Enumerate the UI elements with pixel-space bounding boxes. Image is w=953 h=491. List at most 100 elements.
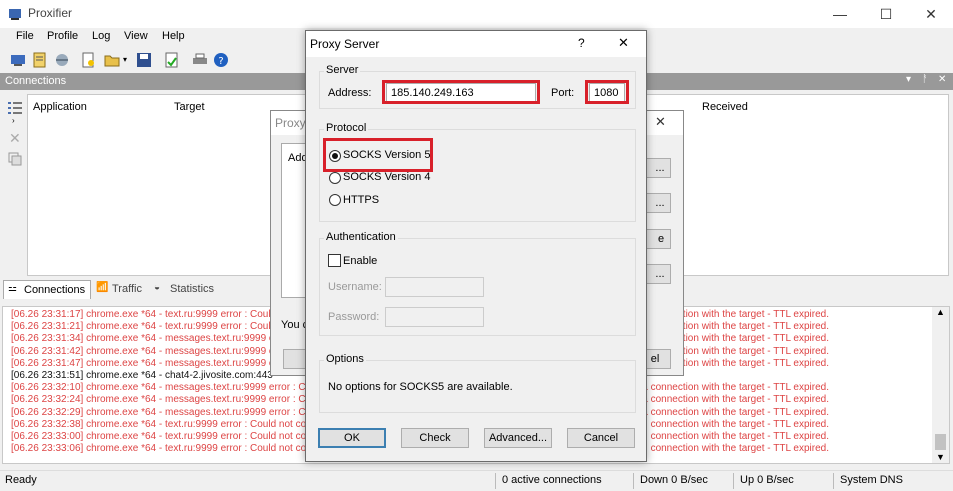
- panel-menu-chevron-icon[interactable]: ▾: [906, 74, 911, 85]
- menu-file[interactable]: File: [16, 30, 34, 42]
- socks5-highlight-box: [323, 138, 433, 172]
- proxification-rules-icon[interactable]: [32, 52, 48, 68]
- log-line-tail: connection with the target - TTL expired…: [650, 418, 829, 430]
- log-line: [06.26 23:31:21] chrome.exe *64 - text.r…: [11, 321, 271, 333]
- log-scrollbar[interactable]: ▲ ▼: [932, 307, 949, 463]
- password-input[interactable]: [385, 307, 484, 327]
- status-separator: [495, 473, 496, 489]
- tab-connections-label: Connections: [24, 284, 86, 296]
- menu-log[interactable]: Log: [92, 30, 110, 42]
- options-group-label: Options: [324, 353, 366, 365]
- log-line: [06.26 23:32:24] chrome.exe *64 - messag…: [11, 394, 317, 406]
- ok-button[interactable]: OK: [318, 428, 386, 448]
- statistics-tab-icon: ◒: [154, 282, 161, 293]
- proxy-servers-close-icon[interactable]: ✕: [655, 114, 666, 130]
- scroll-thumb[interactable]: [935, 434, 946, 450]
- connections-header-label: Connections: [5, 75, 67, 87]
- log-line: [06.26 23:33:06] chrome.exe *64 - text.r…: [11, 443, 307, 455]
- enable-auth-label[interactable]: Enable: [343, 255, 377, 267]
- open-dropdown-chevron-icon[interactable]: ▾: [123, 55, 127, 64]
- socks4-label[interactable]: SOCKS Version 4: [343, 171, 430, 183]
- log-file-icon[interactable]: [164, 52, 180, 68]
- list-view-icon[interactable]: [8, 102, 22, 114]
- tab-traffic[interactable]: 📶 Traffic: [92, 280, 147, 299]
- column-application[interactable]: Application: [33, 101, 87, 113]
- status-ready: Ready: [5, 474, 37, 486]
- options-message: No options for SOCKS5 are available.: [328, 381, 513, 393]
- enable-auth-checkbox[interactable]: [328, 254, 341, 267]
- open-profile-icon[interactable]: [104, 52, 120, 68]
- password-label: Password:: [328, 311, 380, 323]
- socks4-radio[interactable]: [329, 172, 341, 184]
- tab-connections[interactable]: ⚍ Connections: [3, 280, 91, 299]
- window-title: Proxifier: [28, 6, 73, 20]
- save-profile-icon[interactable]: [136, 52, 152, 68]
- dialog-close-icon[interactable]: ✕: [618, 35, 629, 51]
- server-group-label: Server: [324, 64, 361, 76]
- panel-pin-icon[interactable]: ᚨ: [922, 74, 928, 85]
- tab-statistics[interactable]: ◒ Statistics: [150, 280, 220, 299]
- svg-text:?: ?: [218, 56, 223, 67]
- column-received[interactable]: Received: [702, 101, 748, 113]
- dialog-title: Proxy Server: [310, 37, 380, 51]
- scroll-down-icon[interactable]: ▼: [936, 452, 945, 462]
- connections-tab-icon: ⚍: [8, 283, 17, 294]
- https-radio[interactable]: [329, 194, 341, 206]
- print-icon[interactable]: [192, 52, 208, 68]
- tab-statistics-label: Statistics: [170, 283, 215, 295]
- status-separator: [633, 473, 634, 489]
- new-profile-icon[interactable]: [80, 52, 96, 68]
- address-label: Address:: [328, 87, 372, 99]
- status-bar: Ready 0 active connections Down 0 B/sec …: [0, 470, 953, 491]
- copy-icon[interactable]: [8, 152, 22, 166]
- cancel-button[interactable]: Cancel: [567, 428, 635, 448]
- name-resolution-icon[interactable]: [54, 52, 70, 68]
- help-icon[interactable]: ?: [213, 52, 229, 68]
- traffic-tab-icon: 📶: [96, 282, 109, 293]
- log-line-tail: connection with the target - TTL expired…: [650, 431, 829, 442]
- title-bar: Proxifier — ☐ ✕: [0, 0, 953, 28]
- port-highlight-box: [585, 80, 629, 104]
- check-button[interactable]: Check: [401, 428, 469, 448]
- status-download: Down 0 B/sec: [640, 474, 708, 486]
- log-line: [06.26 23:32:10] chrome.exe *64 - messag…: [11, 382, 317, 394]
- protocol-group-label: Protocol: [324, 122, 369, 134]
- proxy-servers-icon[interactable]: [10, 52, 26, 68]
- address-highlight-box: [382, 80, 540, 104]
- log-line: [06.26 23:32:38] chrome.exe *64 - text.r…: [11, 418, 307, 430]
- tab-traffic-label: Traffic: [112, 283, 142, 295]
- menu-view[interactable]: View: [124, 30, 148, 42]
- status-dns: System DNS: [840, 474, 903, 486]
- menu-help[interactable]: Help: [162, 30, 185, 42]
- minimize-button[interactable]: —: [830, 4, 850, 24]
- connections-side-tools: › ✕: [0, 92, 28, 278]
- username-input[interactable]: [385, 277, 484, 297]
- panel-close-icon[interactable]: ✕: [938, 74, 946, 85]
- dialog-title-bar: Proxy Server ? ✕: [306, 31, 646, 57]
- column-target[interactable]: Target: [174, 101, 205, 113]
- status-separator: [833, 473, 834, 489]
- status-upload: Up 0 B/sec: [740, 474, 794, 486]
- status-active-connections: 0 active connections: [502, 474, 602, 486]
- port-label: Port:: [551, 87, 575, 99]
- https-label[interactable]: HTTPS: [343, 194, 379, 206]
- log-line: [06.26 23:31:51] chrome.exe *64 - chat4-…: [11, 370, 273, 381]
- status-separator: [733, 473, 734, 489]
- dialog-help-icon[interactable]: ?: [578, 36, 585, 50]
- menu-profile[interactable]: Profile: [47, 30, 78, 42]
- log-line: [06.26 23:31:42] chrome.exe *64 - messag…: [11, 345, 275, 357]
- scroll-up-icon[interactable]: ▲: [936, 307, 945, 317]
- proxy-server-dialog: Proxy Server ? ✕ Server Address: 185.140…: [305, 30, 647, 462]
- expand-arrow-icon[interactable]: ›: [12, 116, 15, 125]
- username-label: Username:: [328, 281, 382, 293]
- log-line: [06.26 23:31:34] chrome.exe *64 - messag…: [11, 333, 275, 345]
- log-line: [06.26 23:31:17] chrome.exe *64 - text.r…: [11, 309, 271, 320]
- log-line-tail: connection with the target - TTL expired…: [650, 443, 829, 455]
- close-window-button[interactable]: ✕: [921, 4, 941, 24]
- advanced-button[interactable]: Advanced...: [484, 428, 552, 448]
- log-line: [06.26 23:33:00] chrome.exe *64 - text.r…: [11, 431, 307, 442]
- maximize-button[interactable]: ☐: [876, 4, 896, 24]
- authentication-group-label: Authentication: [324, 231, 398, 243]
- log-line: [06.26 23:31:47] chrome.exe *64 - messag…: [11, 357, 275, 369]
- close-connection-icon[interactable]: ✕: [9, 130, 21, 147]
